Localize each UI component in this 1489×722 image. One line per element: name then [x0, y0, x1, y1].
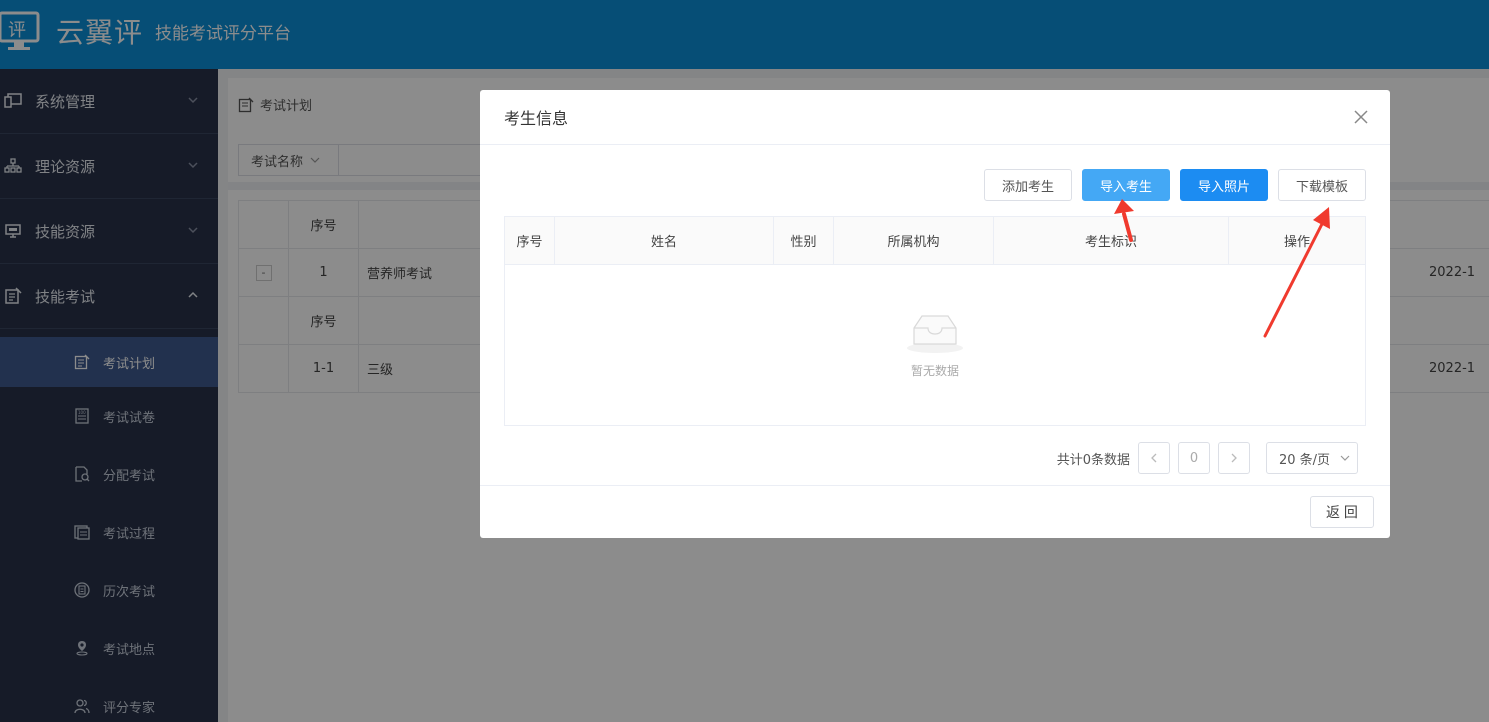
- chevron-down-icon: [1340, 455, 1350, 461]
- page-size-select[interactable]: 20 条/页: [1266, 442, 1358, 474]
- prev-page-button[interactable]: [1138, 442, 1170, 474]
- next-page-button[interactable]: [1218, 442, 1250, 474]
- column-header-name: 姓名: [555, 217, 774, 264]
- column-header-seq: 序号: [505, 217, 555, 264]
- import-photos-button[interactable]: 导入照片: [1180, 169, 1268, 201]
- chevron-left-icon: [1151, 453, 1157, 463]
- column-header-org: 所属机构: [834, 217, 994, 264]
- student-info-dialog: 考生信息 添加考生 导入考生 导入照片 下载模板 序号 姓名 性别 所属机构 考…: [480, 90, 1390, 538]
- student-table: 序号 姓名 性别 所属机构 考生标识 操作 暂无数据: [504, 216, 1366, 426]
- close-icon[interactable]: [1352, 108, 1370, 126]
- page-number[interactable]: 0: [1178, 442, 1210, 474]
- empty-state: 暂无数据: [505, 265, 1365, 425]
- dialog-header: 考生信息: [480, 90, 1390, 145]
- dialog-toolbar: 添加考生 导入考生 导入照片 下载模板: [984, 169, 1366, 201]
- import-students-button[interactable]: 导入考生: [1082, 169, 1170, 201]
- empty-text: 暂无数据: [910, 363, 959, 378]
- dialog-footer: 返 回: [480, 485, 1390, 538]
- empty-inbox-icon: [907, 314, 963, 353]
- back-button[interactable]: 返 回: [1310, 496, 1374, 528]
- dialog-title: 考生信息: [504, 109, 569, 128]
- page-size-label: 20 条/页: [1279, 452, 1331, 468]
- column-header-gender: 性别: [774, 217, 834, 264]
- pagination: 共计0条数据 0 20 条/页: [1057, 442, 1358, 474]
- chevron-right-icon: [1231, 453, 1237, 463]
- column-header-student-id: 考生标识: [994, 217, 1229, 264]
- table-header-row: 序号 姓名 性别 所属机构 考生标识 操作: [505, 217, 1365, 265]
- column-header-actions: 操作: [1283, 235, 1310, 250]
- add-student-button[interactable]: 添加考生: [984, 169, 1072, 201]
- download-template-button[interactable]: 下载模板: [1278, 169, 1366, 201]
- pagination-total: 共计0条数据: [1056, 452, 1130, 468]
